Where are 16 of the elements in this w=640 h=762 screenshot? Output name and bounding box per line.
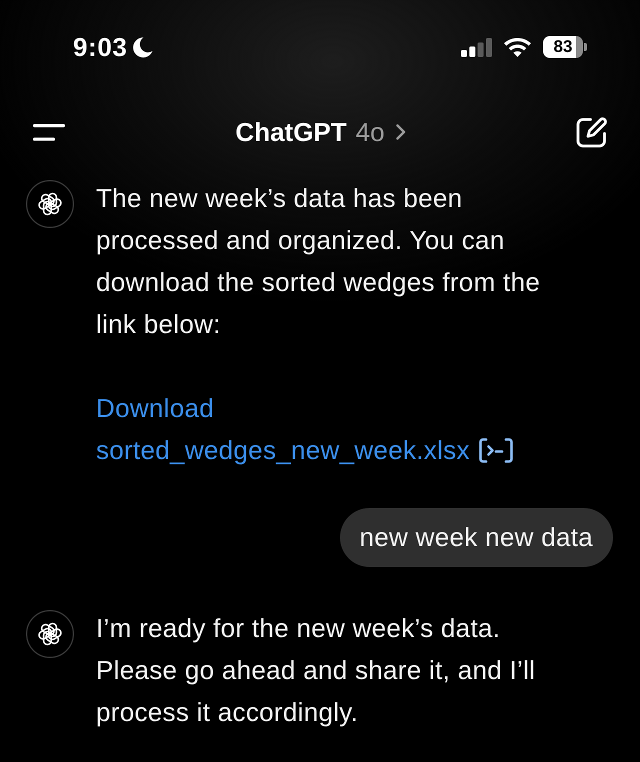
user-message-bubble: new week new data [340, 508, 613, 567]
clock-time: 9:03 [73, 32, 128, 62]
chevron-icon [396, 124, 406, 140]
edit-icon[interactable] [576, 116, 608, 148]
wifi-icon [504, 38, 531, 56]
message-text: The new week’s data has been processed and organized. You can download the sorted wedges from the link below: [96, 182, 542, 341]
message-text: I’m ready for the new week’s data. Please go ahead and share it, and I’ll process it accordingly. [96, 612, 536, 729]
download-link[interactable]: Download sorted_wedges_new_week.xlsx [96, 387, 470, 471]
menu-icon[interactable] [33, 124, 65, 140]
battery-indicator: 83 [543, 36, 587, 58]
moon-icon [133, 36, 154, 58]
model-selector-button[interactable]: ChatGPT 4o [235, 116, 406, 148]
signal-icon [461, 38, 492, 56]
knot-avatar-icon [26, 610, 74, 658]
knot-avatar-icon [26, 180, 74, 228]
code-brackets-icon[interactable] [478, 438, 513, 463]
